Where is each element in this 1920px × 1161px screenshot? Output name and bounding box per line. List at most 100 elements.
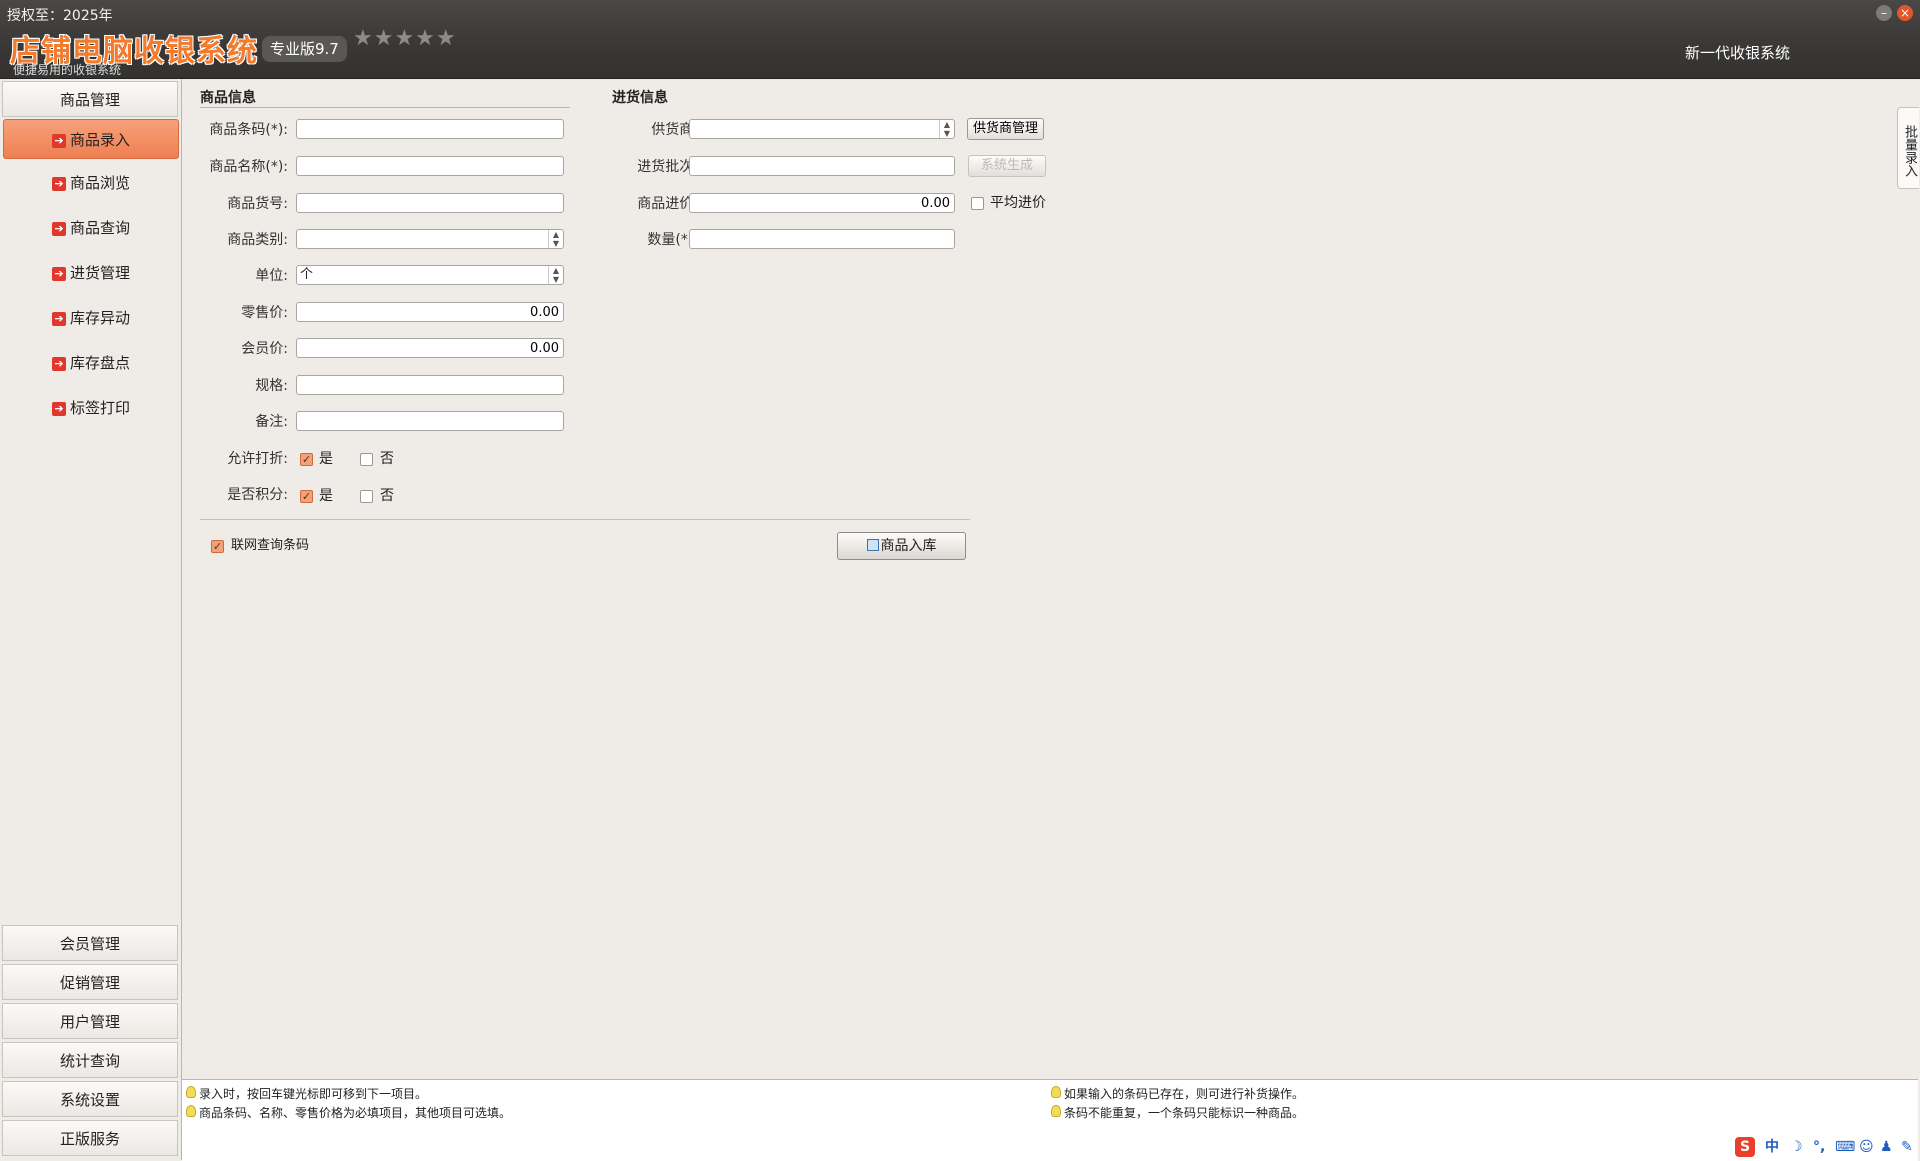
user-icon[interactable]: ☺ [1859,1137,1874,1157]
header-slogan: 新一代收银系统 [1684,44,1790,62]
group-member-management[interactable]: 会员管理 [2,925,178,961]
skin-icon[interactable]: ♟ [1880,1137,1893,1157]
arrow-right-icon: ➔ [51,134,66,148]
ime-mode-icon[interactable]: 中 [1765,1137,1779,1157]
lightbulb-icon [186,1105,196,1117]
arrow-right-icon: ➔ [51,312,66,326]
app-subtitle: 便捷易用的收银系统 [13,63,122,77]
arrow-right-icon: ➔ [51,222,66,236]
supplier-select[interactable]: ▲ ▼ [689,119,955,139]
stock-in-button[interactable]: 商品入库 [837,532,966,560]
points-no-label: 否 [380,488,394,504]
updown-arrow-icon: ▲ ▼ [548,230,563,248]
sidebar-item-stocktake[interactable]: ➔ 库存盘点 [3,343,179,383]
main-panel: 商品信息 商品条码(*): 商品名称(*): 商品货号: 商品类别: ▲ ▼ 单位… [182,79,1920,1079]
discount-no-label: 否 [380,451,394,467]
points-yes-label: 是 [319,488,333,504]
sidebar-item-label: 商品查询 [69,219,130,237]
points-label: 是否积分: [227,487,288,503]
close-button[interactable]: × [1897,5,1913,21]
tip-item: 商品条码、名称、零售价格为必填项目，其他项目可选填。 [186,1104,511,1121]
arrow-right-icon: ➔ [51,357,66,371]
rating-stars: ★★★★★ [353,26,457,51]
discount-no-checkbox[interactable] [360,453,373,466]
sku-input[interactable] [296,193,564,213]
lightbulb-icon [186,1086,196,1098]
minimize-button[interactable]: – [1876,5,1892,21]
batch-label: 进货批次: [637,159,698,175]
barcode-input[interactable] [296,119,564,139]
sogou-logo-icon[interactable]: S [1735,1137,1755,1157]
sidebar-item-product-browse[interactable]: ➔ 商品浏览 [3,163,179,203]
group-promotion-management[interactable]: 促销管理 [2,964,178,1000]
category-label: 商品类别: [227,232,288,248]
barcode-label: 商品条码(*): [209,122,288,138]
discount-yes-label: 是 [319,451,333,467]
product-name-label: 商品名称(*): [209,159,288,175]
sidebar-item-purchase-management[interactable]: ➔ 进货管理 [3,253,179,293]
tip-text: 条码不能重复，一个条码只能标识一种商品。 [1064,1106,1305,1120]
sidebar: 商品管理 ➔ 商品录入 ➔ 商品浏览 ➔ 商品查询 ➔ 进货管理 ➔ 库存异动 ➔ 库存盘点… [0,79,182,1160]
cost-price-label: 商品进价: [637,196,698,212]
license-text: 授权至：2025年 [7,8,113,24]
product-name-input[interactable] [296,156,564,176]
online-barcode-lookup-checkbox[interactable]: ✓ [211,540,224,553]
sidebar-item-product-query[interactable]: ➔ 商品查询 [3,208,179,248]
retail-price-label: 零售价: [241,305,288,321]
tip-text: 如果输入的条码已存在，则可进行补货操作。 [1064,1087,1305,1101]
arrow-right-icon: ➔ [51,402,66,416]
category-select[interactable]: ▲ ▼ [296,229,564,249]
quantity-label: 数量(*): [647,232,698,248]
title-bar: 授权至：2025年 店铺电脑收银系统 便捷易用的收银系统 专业版9.7 ★★★★… [0,0,1920,79]
tip-item: 录入时，按回车键光标即可移到下一项目。 [186,1085,427,1102]
sidebar-item-label: 标签打印 [69,399,130,417]
form-divider [200,519,970,520]
generate-batch-button[interactable]: 系统生成 [968,155,1046,177]
points-yes-checkbox[interactable]: ✓ [300,490,313,503]
stock-in-icon [866,539,879,551]
spec-input[interactable] [296,375,564,395]
cost-price-input[interactable] [689,193,955,213]
average-cost-checkbox[interactable] [971,197,984,210]
keyboard-icon[interactable]: ⌨ [1835,1137,1855,1157]
group-product-management[interactable]: 商品管理 [2,81,178,117]
discount-label: 允许打折: [227,451,288,467]
tip-item: 如果输入的条码已存在，则可进行补货操作。 [1051,1085,1304,1102]
ime-toolbar: S 中 ☽ °, ⌨ ☺ ♟ ✎ [1735,1137,1920,1159]
points-no-checkbox[interactable] [360,490,373,503]
sidebar-item-label: 库存异动 [69,309,130,327]
unit-select[interactable]: 个 ▲ ▼ [296,265,564,285]
member-price-input[interactable] [296,338,564,358]
quantity-input[interactable] [689,229,955,249]
unit-label: 单位: [255,268,288,284]
tip-text: 商品条码、名称、零售价格为必填项目，其他项目可选填。 [199,1106,512,1120]
member-price-label: 会员价: [241,341,288,357]
punctuation-icon[interactable]: °, [1813,1137,1825,1157]
sidebar-item-label: 库存盘点 [69,354,130,372]
sidebar-item-product-entry[interactable]: ➔ 商品录入 [3,119,179,159]
arrow-right-icon: ➔ [51,267,66,281]
arrow-right-icon: ➔ [51,177,66,191]
updown-arrow-icon: ▲ ▼ [548,266,563,284]
retail-price-input[interactable] [296,302,564,322]
batch-entry-tab[interactable]: 批量录入 [1897,107,1919,189]
sidebar-item-stock-changes[interactable]: ➔ 库存异动 [3,298,179,338]
section-title-purchase-info: 进货信息 [612,90,668,106]
tip-item: 条码不能重复，一个条码只能标识一种商品。 [1051,1104,1304,1121]
sidebar-item-label-print[interactable]: ➔ 标签打印 [3,388,179,428]
sidebar-item-label: 商品浏览 [69,174,130,192]
discount-yes-checkbox[interactable]: ✓ [300,453,313,466]
sidebar-item-label: 进货管理 [69,264,130,282]
lightbulb-icon [1051,1086,1061,1098]
batch-input[interactable] [689,156,955,176]
group-statistics-query[interactable]: 统计查询 [2,1042,178,1078]
online-barcode-lookup-label: 联网查询条码 [231,538,310,553]
group-system-settings[interactable]: 系统设置 [2,1081,178,1117]
moon-icon[interactable]: ☽ [1790,1137,1803,1157]
group-genuine-service[interactable]: 正版服务 [2,1120,178,1156]
toolbox-icon[interactable]: ✎ [1901,1137,1913,1157]
note-input[interactable] [296,411,564,431]
group-user-management[interactable]: 用户管理 [2,1003,178,1039]
supplier-management-button[interactable]: 供货商管理 [967,118,1045,140]
average-cost-label: 平均进价 [990,195,1046,211]
